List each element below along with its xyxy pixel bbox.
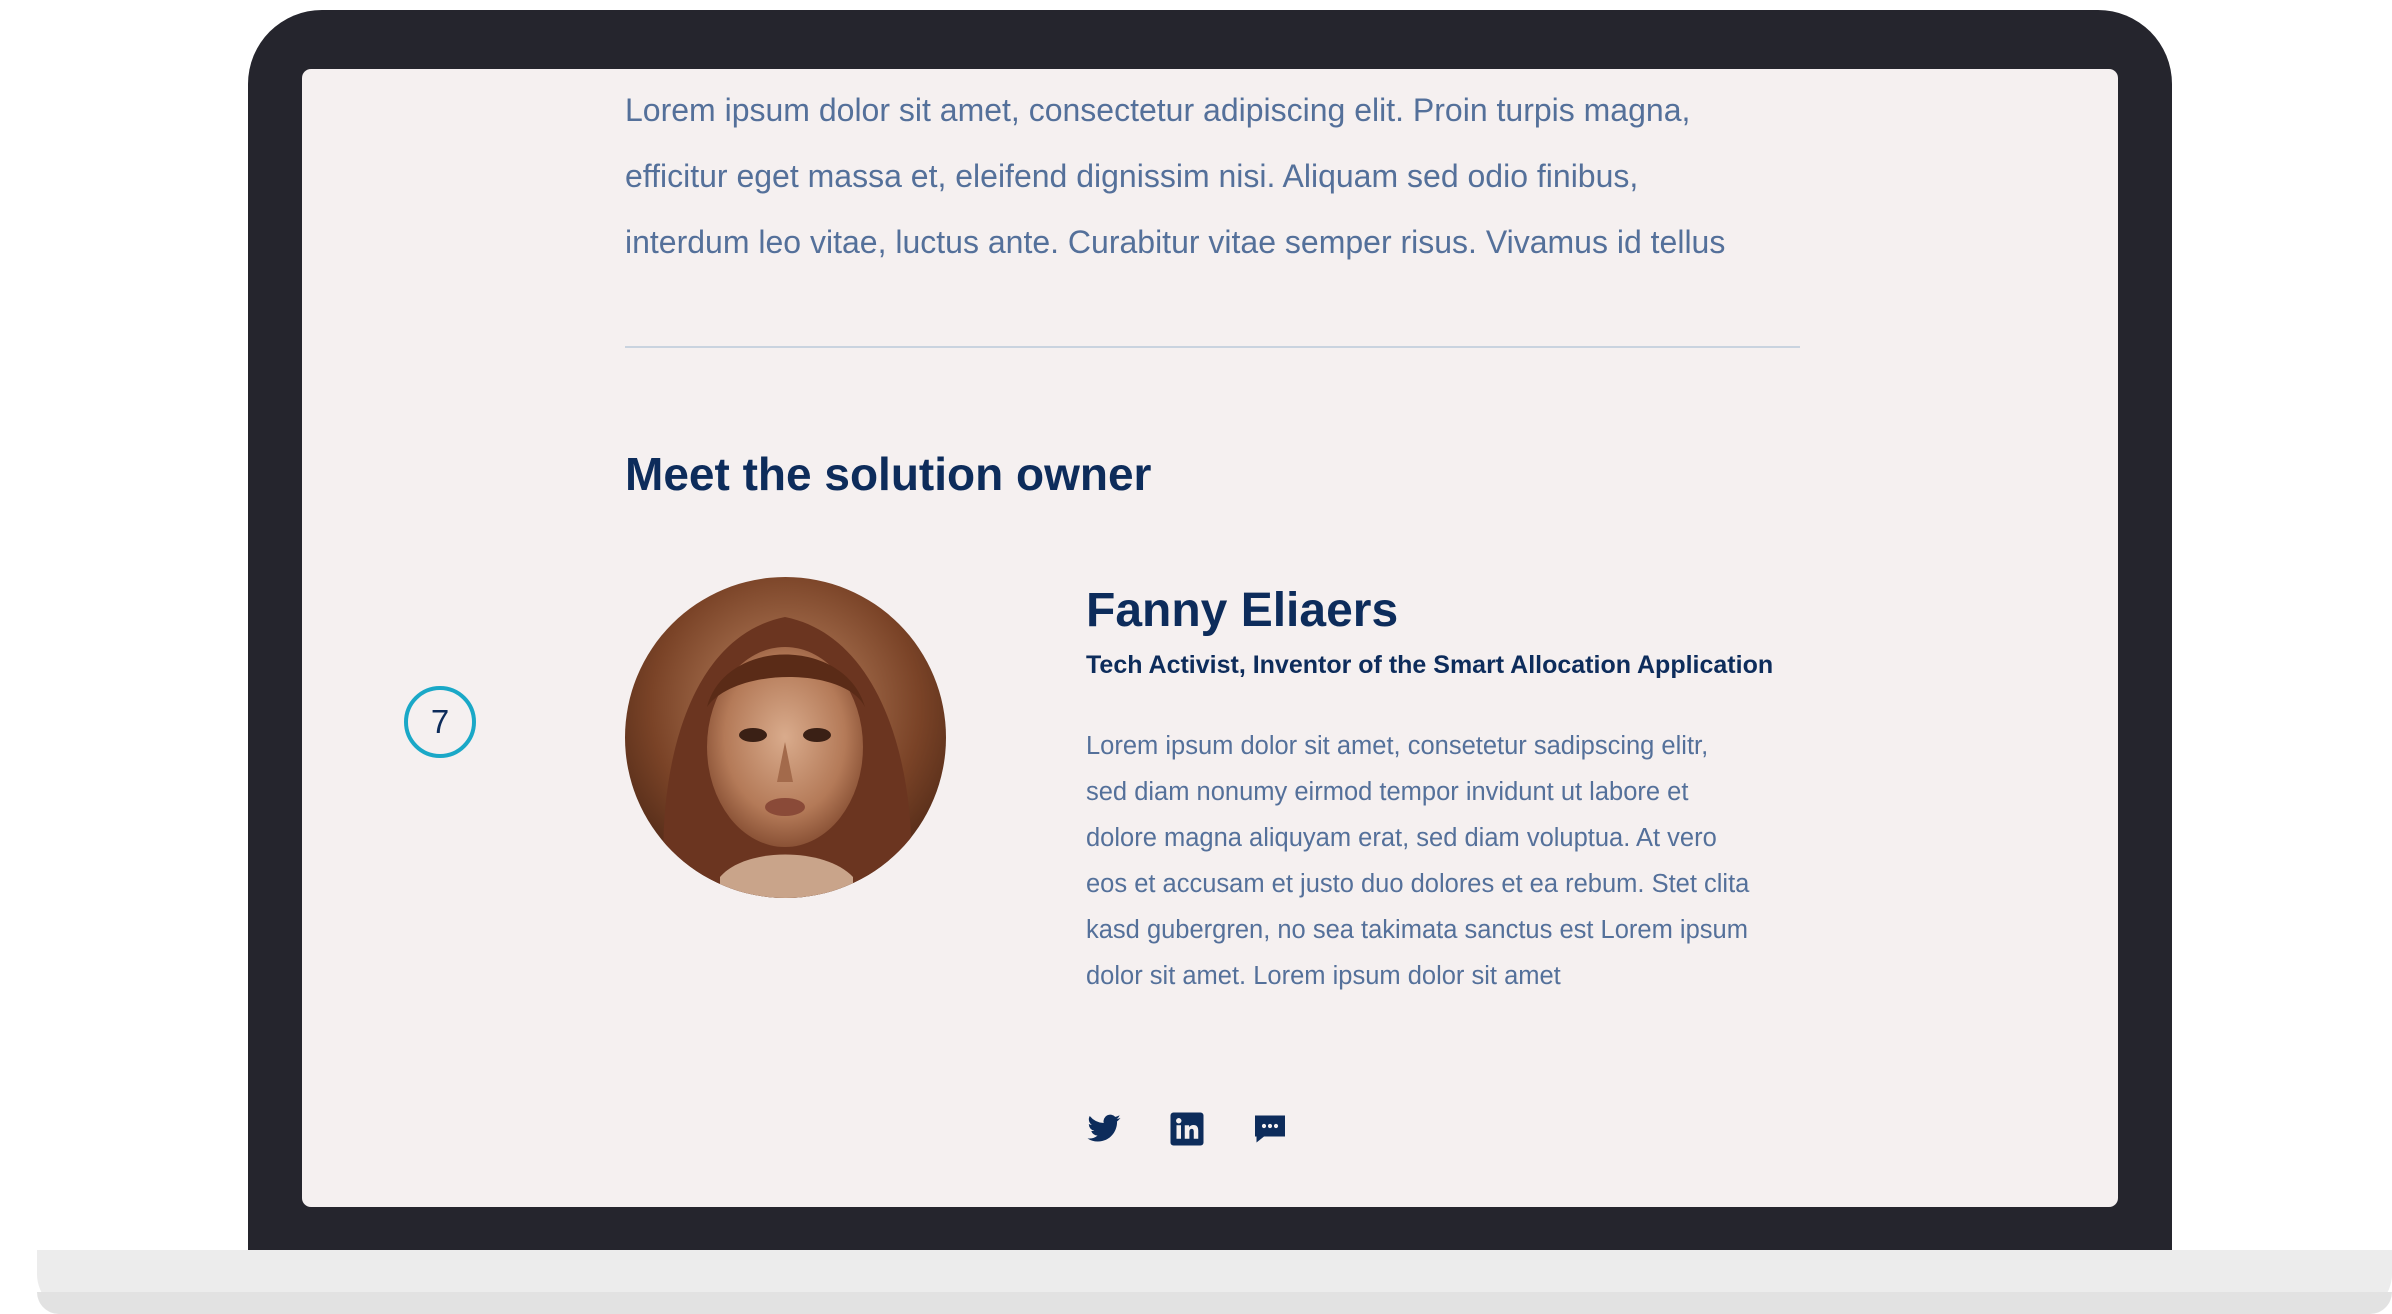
owner-avatar [625, 577, 946, 898]
laptop-base-shadow [37, 1292, 2392, 1314]
step-number-badge: 7 [404, 686, 476, 758]
section-divider [625, 346, 1800, 348]
chat-icon[interactable] [1252, 1111, 1288, 1147]
owner-bio: Lorem ipsum dolor sit amet, consetetur s… [1086, 732, 1750, 990]
intro-paragraph: Lorem ipsum dolor sit amet, consectetur … [625, 92, 1726, 260]
social-links [1086, 1111, 1288, 1147]
section-heading: Meet the solution owner [625, 448, 1152, 500]
owner-info: Fanny Eliaers Tech Activist, Inventor of… [1086, 579, 1806, 1146]
laptop-screen: Lorem ipsum dolor sit amet, consectetur … [302, 69, 2118, 1207]
laptop-base [37, 1250, 2392, 1314]
linkedin-icon[interactable] [1169, 1111, 1205, 1147]
owner-title: Tech Activist, Inventor of the Smart All… [1086, 651, 1774, 679]
twitter-icon[interactable] [1086, 1111, 1122, 1147]
owner-name: Fanny Eliaers [1086, 584, 1399, 637]
